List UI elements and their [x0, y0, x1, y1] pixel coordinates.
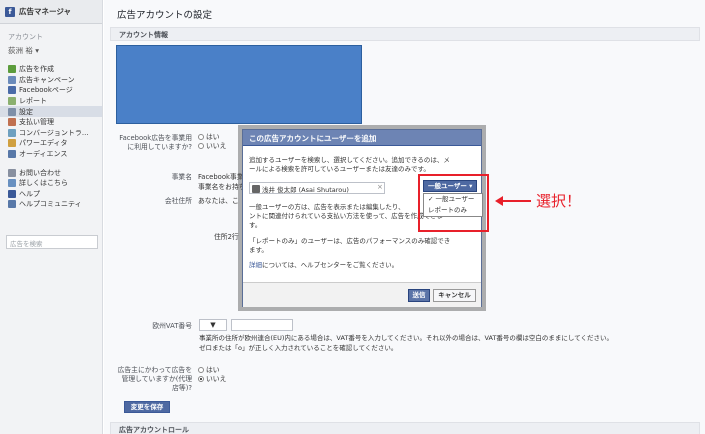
help-icon [8, 189, 16, 198]
account-user-name: 荻洲 裕 [8, 46, 33, 55]
dialog-footer: 送信 キャンセル [243, 282, 481, 307]
sidebar-item-contact[interactable]: お問い合わせ [0, 167, 102, 178]
vat-label: 欧州VAT番号 [152, 322, 192, 330]
sidebar-item-pages[interactable]: Facebookページ [0, 85, 102, 96]
sidebar-item-settings[interactable]: 設定 [0, 106, 102, 117]
sidebar-item-help-community[interactable]: ヘルプコミュニティ [0, 199, 102, 210]
business-use-options: はい いいえ [198, 133, 226, 151]
vat-country-select[interactable]: ▼ [199, 319, 227, 331]
save-changes-button[interactable]: 変更を保存 [124, 401, 170, 413]
business-use-no-radio[interactable]: いいえ [198, 142, 226, 151]
business-use-label: Facebook広告を事業用に利用していますか? [119, 134, 192, 151]
facebook-logo-icon: f [5, 6, 15, 17]
vat-number-input[interactable] [231, 319, 293, 331]
user-token: 浅井 俊太郎 (Asai Shutarou) [252, 184, 349, 194]
annotation-text: 選択！ [536, 192, 582, 210]
send-button[interactable]: 送信 [408, 289, 430, 302]
business-name-field[interactable]: Facebook事業 [198, 173, 244, 182]
vat-help-1: 事業所の住所が欧州連合(EU)内にある場合は、VAT番号を入力してください。それ… [199, 334, 614, 342]
audiences-icon [8, 150, 16, 159]
agency-options: はい いいえ [198, 366, 226, 384]
app-header: f 広告マネージャ [0, 0, 102, 24]
arrow-left-icon [495, 196, 503, 206]
conversion-icon [8, 128, 16, 137]
address-label: 会社住所 [164, 197, 192, 205]
book-icon [8, 179, 16, 188]
sidebar-item-audiences[interactable]: オーディエンス [0, 149, 102, 160]
billing-icon [8, 118, 16, 127]
section-ad-account-roles: 広告アカウントロール [110, 422, 700, 434]
business-name-hint: 事業名をお持ち [198, 183, 246, 191]
sidebar-item-create-ad[interactable]: 広告を作成 [0, 64, 102, 75]
sidebar-item-learn-more[interactable]: 詳しくはこちら [0, 178, 102, 189]
address-line2-label: 住所2行 [214, 233, 239, 241]
account-label: アカウント [8, 33, 43, 41]
user-search-input[interactable]: 浅井 俊太郎 (Asai Shutarou) × [249, 182, 385, 194]
create-ad-icon [8, 65, 16, 74]
agency-yes-radio[interactable]: はい [198, 366, 226, 375]
sidebar-item-reports[interactable]: レポート [0, 96, 102, 107]
sidebar-item-power-editor[interactable]: パワーエディタ [0, 138, 102, 149]
settings-icon [8, 107, 16, 116]
sidebar: f 広告マネージャ アカウント 荻洲 裕 ▾ 広告を作成 広告キャンペーン Fa… [0, 0, 103, 434]
community-icon [8, 200, 16, 209]
business-name-label: 事業名 [171, 173, 192, 181]
details-link[interactable]: 詳細 [249, 261, 262, 269]
app-title: 広告マネージャ [19, 7, 71, 16]
chevron-down-icon: ▾ [35, 46, 40, 55]
dialog-intro: 追加するユーザーを検索し、選択してください。追加できるのは、メ ールによる検索を… [249, 156, 450, 173]
dialog-title: この広告アカウントにユーザーを追加 [243, 130, 481, 146]
pages-icon [8, 86, 16, 95]
sidebar-item-campaigns[interactable]: 広告キャンペーン [0, 75, 102, 86]
avatar [252, 184, 260, 193]
report-only-description: 「レポートのみ」のユーザーは、広告のパフォーマンスのみ確認でき ます。 [249, 237, 451, 254]
ad-search-input[interactable]: 広告を検索 [6, 235, 98, 249]
highlight-box [418, 174, 489, 232]
account-switcher[interactable]: 荻洲 裕 ▾ [8, 45, 102, 56]
sidebar-item-billing[interactable]: 支払い管理 [0, 117, 102, 128]
user-token-name: 浅井 俊太郎 (Asai Shutarou) [262, 185, 349, 194]
section-account-info: アカウント情報 [110, 27, 700, 41]
sidebar-item-help[interactable]: ヘルプ [0, 189, 102, 200]
sidebar-item-conversion-tracking[interactable]: コンバージョントラ... [0, 128, 102, 139]
mail-icon [8, 168, 16, 177]
page-title: 広告アカウントの設定 [117, 10, 213, 21]
reports-icon [8, 97, 16, 106]
vat-help-2: ゼロまたは「o」が正しく入力されていることを確認してください。 [199, 344, 398, 352]
campaigns-icon [8, 75, 16, 84]
agency-no-radio[interactable]: いいえ [198, 375, 226, 384]
power-editor-icon [8, 139, 16, 148]
agency-label: 広告主にかわって広告を管理していますか(代理店等)? [117, 366, 192, 392]
cancel-button[interactable]: キャンセル [433, 289, 476, 302]
redacted-area [116, 45, 362, 124]
remove-token-icon[interactable]: × [377, 183, 383, 191]
business-use-yes-radio[interactable]: はい [198, 133, 226, 142]
address-value: あなたは、こ [198, 197, 239, 205]
sidebar-menu: 広告を作成 広告キャンペーン Facebookページ レポート 設定 支払い管理… [0, 64, 102, 210]
help-center-note: 詳細については、ヘルプセンターをご覧ください。 [249, 261, 399, 269]
